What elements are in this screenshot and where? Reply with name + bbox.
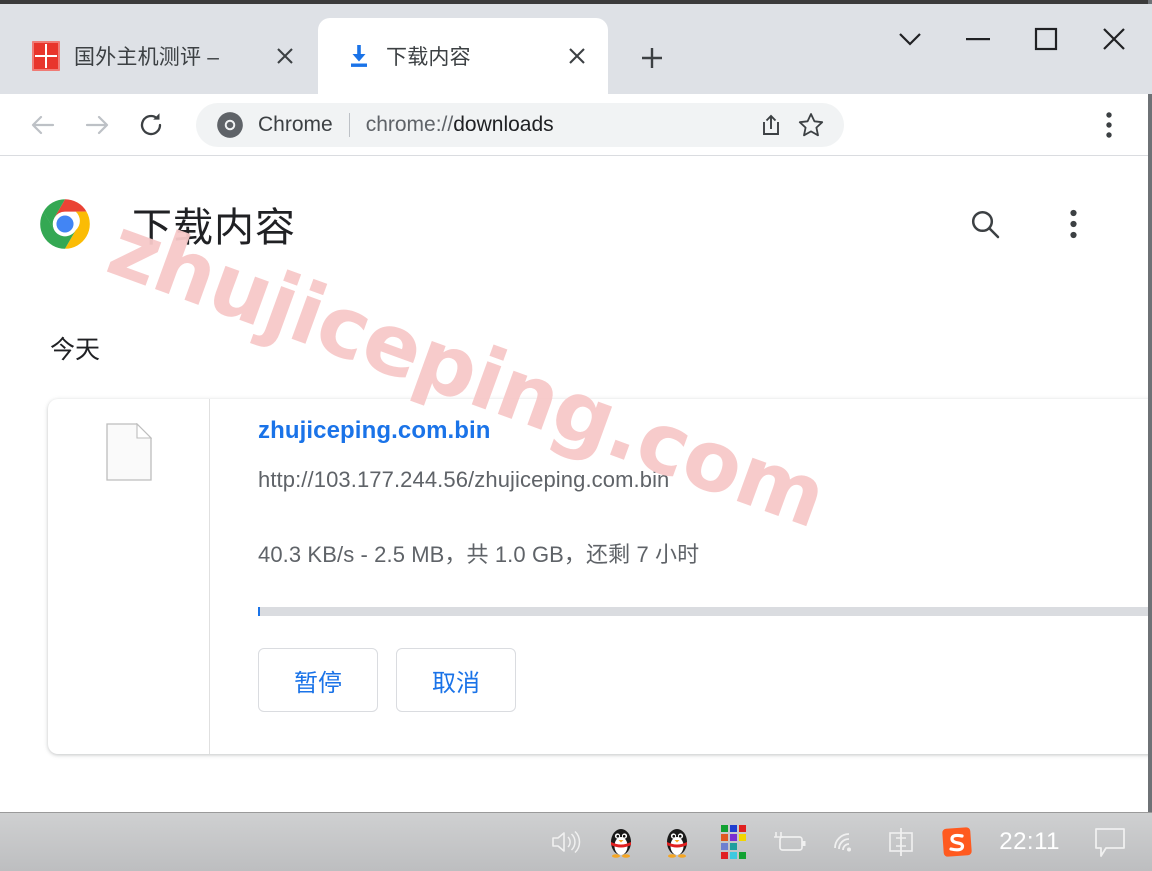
qq-penguin-icon-2[interactable] (655, 820, 699, 864)
system-taskbar: 22:11 (0, 812, 1152, 871)
taskbar-clock[interactable]: 22:11 (999, 828, 1060, 856)
cancel-button[interactable]: 取消 (396, 648, 516, 712)
address-bar[interactable]: Chrome chrome://downloads (196, 102, 844, 147)
tab-favicon-icon (32, 41, 60, 71)
sogou-icon[interactable] (935, 820, 979, 864)
qq-penguin-icon[interactable] (599, 820, 643, 864)
battery-icon[interactable] (767, 820, 811, 864)
downloads-page-header: 下载内容 (0, 179, 1148, 269)
download-action-buttons: 暂停 取消 (258, 648, 1148, 712)
download-filename-link[interactable]: zhujiceping.com.bin (258, 417, 1148, 445)
download-arrow-icon (346, 43, 372, 69)
tab-title: 下载内容 (386, 46, 471, 69)
download-status-text: 40.3 KB/s - 2.5 MB，共 1.0 GB，还剩 7 小时 (258, 542, 700, 567)
minimize-icon[interactable] (944, 8, 1012, 70)
browser-menu-three-dot-icon[interactable] (1090, 106, 1128, 144)
chrome-logo-icon (216, 111, 244, 139)
tab-downloads[interactable]: 下载内容 (318, 18, 608, 94)
ime-chinese-icon[interactable] (879, 820, 923, 864)
tab-search-chevron-down-icon[interactable] (876, 8, 944, 70)
back-arrow-icon[interactable] (22, 104, 64, 146)
system-tray: 22:11 (537, 820, 1152, 864)
color-grid-icon[interactable] (711, 820, 755, 864)
tab-title: 国外主机测评 – (74, 46, 220, 69)
download-item-details: zhujiceping.com.bin http://103.177.244.5… (210, 399, 1148, 754)
maximize-icon[interactable] (1012, 8, 1080, 70)
share-icon[interactable] (754, 108, 788, 142)
star-icon[interactable] (794, 108, 828, 142)
tab-close-icon[interactable] (560, 39, 594, 73)
tab-strip: 国外主机测评 – 下载内容 (0, 4, 1152, 94)
browser-window: 国外主机测评 – 下载内容 Chrome chrome://downloads … (0, 0, 1152, 871)
omnibox-url[interactable]: chrome://downloads (366, 113, 748, 137)
forward-arrow-icon[interactable] (76, 104, 118, 146)
tab-close-icon[interactable] (268, 39, 302, 73)
omnibox-url-prefix: chrome:// (365, 112, 454, 136)
pause-button[interactable]: 暂停 (258, 648, 378, 712)
new-tab-button[interactable] (626, 32, 678, 84)
omnibox-url-path: downloads (453, 112, 554, 136)
notification-icon[interactable] (1088, 820, 1132, 864)
browser-toolbar: Chrome chrome://downloads (0, 94, 1148, 156)
omnibox-separator (348, 112, 350, 137)
download-source-url: http://103.177.244.56/zhujiceping.com.bi… (258, 467, 670, 492)
downloads-page: zhujiceping.com 下载内容 今天 zhujiceping.com.… (0, 157, 1148, 812)
download-progress-bar (258, 607, 1148, 616)
page-title: 下载内容 (132, 206, 296, 250)
window-caption-buttons (876, 8, 1148, 70)
page-header-actions (920, 201, 1096, 247)
download-item-card: zhujiceping.com.bin http://103.177.244.5… (48, 399, 1148, 754)
page-menu-three-dot-icon[interactable] (1050, 201, 1096, 247)
reload-icon[interactable] (130, 104, 172, 146)
volume-icon[interactable] (543, 820, 587, 864)
download-progress-fill (258, 607, 261, 616)
chrome-logo (38, 197, 92, 251)
omnibox-scheme-label: Chrome (258, 112, 333, 136)
generic-file-icon (105, 422, 152, 481)
tab-国外主机测评[interactable]: 国外主机测评 – (6, 18, 316, 94)
window-right-border (1148, 0, 1152, 812)
search-icon[interactable] (962, 201, 1008, 247)
date-group-header: 今天 (50, 336, 101, 364)
wifi-icon[interactable] (823, 820, 867, 864)
close-icon[interactable] (1080, 8, 1148, 70)
download-file-icon-column (48, 399, 210, 754)
